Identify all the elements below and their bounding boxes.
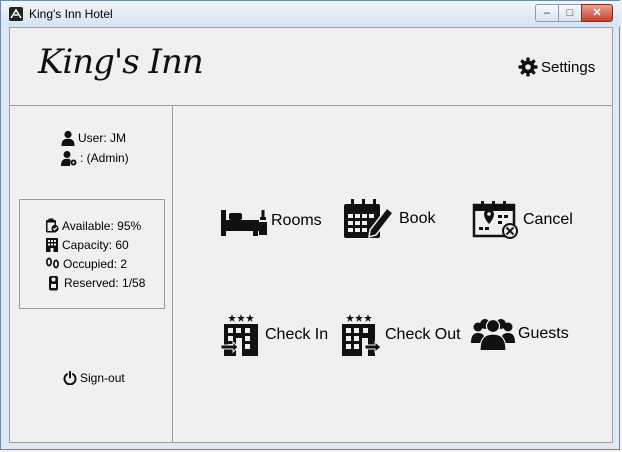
rooms-label: Rooms xyxy=(271,212,322,229)
stat-reserved: Reserved: 1/58 xyxy=(48,275,145,291)
settings-label: Settings xyxy=(541,58,596,76)
app-icon xyxy=(9,7,23,21)
cancel-button[interactable]: Cancel xyxy=(472,200,573,240)
sidebar: User: JM : (Admin) Available: 95% Capaci… xyxy=(10,105,173,442)
rooms-button[interactable]: Rooms xyxy=(220,202,322,240)
maximize-button[interactable]: □ xyxy=(558,4,582,22)
sign-out-label: Sign-out xyxy=(80,371,125,385)
capacity-label: Capacity: 60 xyxy=(62,237,129,252)
close-button[interactable]: ✕ xyxy=(581,4,613,22)
sign-out-button[interactable]: Sign-out xyxy=(63,371,125,385)
window-title: King's Inn Hotel xyxy=(29,7,113,21)
reserved-label: Reserved: 1/58 xyxy=(64,276,146,290)
calendar-edit-icon xyxy=(344,199,395,239)
minimize-icon: – xyxy=(543,7,551,19)
check-in-button[interactable]: Check In xyxy=(220,313,328,357)
clipboard-check-icon xyxy=(46,218,59,233)
user-icon xyxy=(61,130,75,146)
gear-icon xyxy=(518,57,538,77)
header: King's Inn Settings xyxy=(10,28,612,106)
stat-occupied: Occupied: 2 xyxy=(45,256,127,271)
book-button[interactable]: Book xyxy=(342,198,435,240)
hotel-check-in-icon xyxy=(220,314,258,356)
occupied-label: Occupied: 2 xyxy=(63,256,128,271)
guests-label: Guests xyxy=(518,325,569,342)
stat-available: Available: 95% xyxy=(45,218,141,233)
user-info: User: JM xyxy=(61,130,126,146)
role-info: : (Admin) xyxy=(61,150,129,166)
guests-group-icon xyxy=(471,318,515,351)
hotel-check-out-icon xyxy=(342,314,382,356)
hotel-logo: King's Inn xyxy=(38,42,204,82)
footprints-icon xyxy=(46,257,59,269)
settings-button[interactable]: Settings xyxy=(518,56,595,78)
maximize-icon: □ xyxy=(566,7,574,19)
check-out-button[interactable]: Check Out xyxy=(340,313,461,357)
role-label: : (Admin) xyxy=(80,151,129,165)
check-in-label: Check In xyxy=(265,326,329,343)
check-out-label: Check Out xyxy=(385,326,461,343)
app-window: King's Inn Hotel – □ ✕ King's Inn Settin… xyxy=(0,0,621,450)
close-icon: ✕ xyxy=(592,7,602,19)
title-bar[interactable]: King's Inn Hotel – □ ✕ xyxy=(1,1,621,27)
stat-capacity: Capacity: 60 xyxy=(45,237,129,252)
user-label: User: JM xyxy=(78,131,126,145)
calendar-cancel-icon xyxy=(472,201,518,239)
book-label: Book xyxy=(399,210,436,227)
minimize-button[interactable]: – xyxy=(535,4,559,22)
occupancy-stats-panel: Available: 95% Capacity: 60 Occupied: 2 … xyxy=(19,199,165,309)
building-icon xyxy=(46,238,58,252)
power-icon xyxy=(63,371,77,385)
guests-button[interactable]: Guests xyxy=(471,317,569,351)
user-settings-icon xyxy=(61,151,77,166)
cancel-label: Cancel xyxy=(523,211,573,228)
available-label: Available: 95% xyxy=(62,218,142,233)
door-hanger-icon xyxy=(49,276,58,291)
main-panel: King's Inn Settings User: JM: (Admin) A… xyxy=(9,27,613,443)
bed-icon xyxy=(221,210,267,236)
